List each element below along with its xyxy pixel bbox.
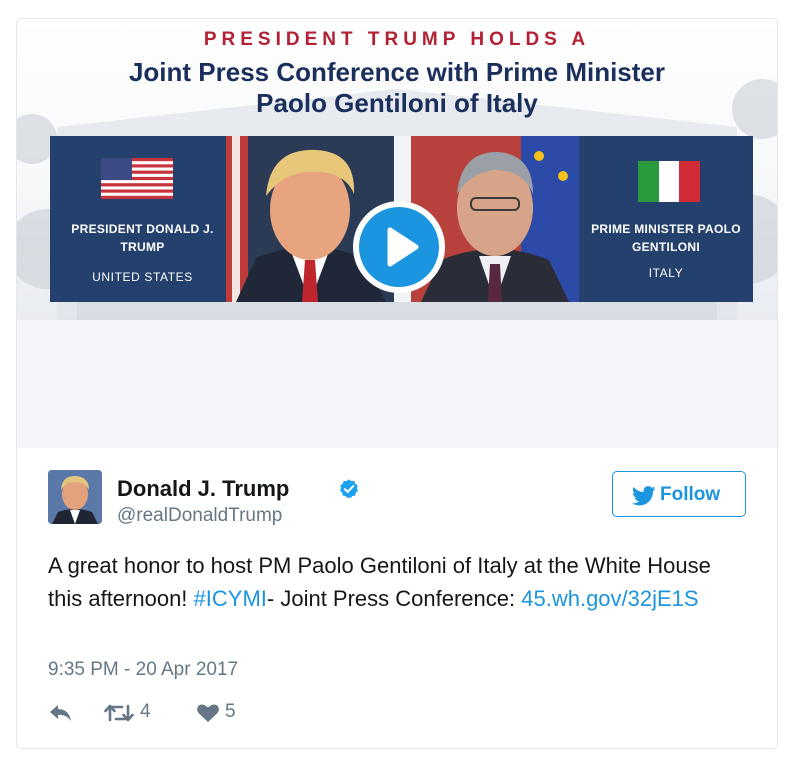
- like-count: 5: [225, 701, 236, 722]
- user-handle[interactable]: @realDonaldTrump: [117, 505, 282, 527]
- heart-icon: [197, 704, 219, 722]
- video-media[interactable]: PRESIDENT TRUMP HOLDS A Joint Press Conf…: [17, 19, 777, 448]
- right-leader-country: ITALY: [648, 266, 684, 280]
- follow-button-label: Follow: [660, 484, 721, 505]
- reply-button[interactable]: [48, 701, 78, 725]
- tweet-text-part-2: - Joint Press Conference:: [266, 586, 522, 611]
- follow-button[interactable]: Follow: [612, 471, 746, 517]
- left-leader-name: PRESIDENT DONALD J. TRUMP: [60, 220, 225, 256]
- retweet-button[interactable]: 4: [104, 701, 164, 725]
- reply-icon: [50, 705, 71, 721]
- banner-kicker: PRESIDENT TRUMP HOLDS A: [203, 29, 591, 50]
- play-icon: [387, 227, 419, 267]
- like-button[interactable]: 5: [196, 701, 246, 725]
- us-flag-icon: [101, 158, 173, 199]
- right-leader-name: PRIME MINISTER PAOLO GENTILONI: [579, 220, 753, 256]
- url-link[interactable]: 45.wh.gov/32jE1S: [521, 586, 698, 611]
- hashtag-link[interactable]: #ICYMI: [194, 586, 267, 611]
- right-leader-name-line-2: GENTILONI: [631, 240, 701, 254]
- display-name[interactable]: Donald J. Trump: [117, 476, 289, 502]
- right-leader-name-line-1: PRIME MINISTER PAOLO: [591, 222, 741, 236]
- headline-line-2: Paolo Gentiloni of Italy: [256, 88, 538, 118]
- right-leader-panel: PRIME MINISTER PAOLO GENTILONI ITALY: [411, 136, 753, 302]
- tweet-timestamp[interactable]: 9:35 PM - 20 Apr 2017: [48, 659, 238, 681]
- embedded-tweet-card: PRESIDENT TRUMP HOLDS A Joint Press Conf…: [16, 18, 778, 749]
- italy-flag-icon: [638, 161, 700, 202]
- retweet-count: 4: [140, 701, 151, 722]
- play-button[interactable]: [353, 201, 445, 293]
- verified-badge-icon: [339, 479, 359, 499]
- left-leader-name-line-2: TRUMP: [120, 240, 165, 254]
- banner-headline: Joint Press Conference with Prime Minist…: [17, 57, 777, 119]
- twitter-bird-icon: [632, 486, 656, 506]
- headline-line-1: Joint Press Conference with Prime Minist…: [128, 57, 666, 87]
- avatar-image: [48, 470, 102, 524]
- tweet-text: A great honor to host PM Paolo Gentiloni…: [48, 549, 748, 615]
- retweet-icon: [104, 704, 134, 722]
- avatar[interactable]: [48, 470, 102, 524]
- left-leader-panel: PRESIDENT DONALD J. TRUMP UNITED STATES: [50, 136, 394, 302]
- left-leader-name-line-1: PRESIDENT DONALD J.: [71, 222, 214, 236]
- left-leader-country: UNITED STATES: [92, 270, 193, 284]
